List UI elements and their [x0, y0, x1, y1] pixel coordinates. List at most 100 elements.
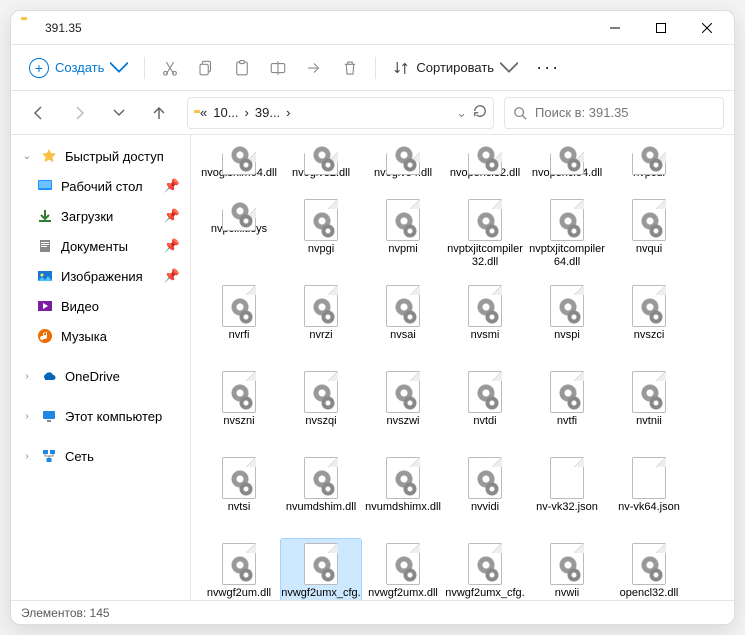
file-item[interactable]: nvwii	[527, 539, 607, 600]
dropdown-icon[interactable]: ⌄	[456, 105, 467, 121]
file-name: nvwgf2umx_cfg.dll	[281, 587, 361, 600]
file-icon	[218, 371, 260, 413]
folder-icon	[21, 20, 37, 36]
paste-button[interactable]	[225, 51, 259, 85]
file-icon	[300, 199, 342, 241]
refresh-button[interactable]	[473, 104, 487, 121]
search-icon	[513, 106, 527, 120]
file-icon	[300, 543, 342, 585]
maximize-button[interactable]	[638, 12, 684, 44]
file-item[interactable]: nvpgi	[281, 195, 361, 279]
sidebar-item-video[interactable]: Видео	[15, 291, 186, 321]
file-item[interactable]: nvopencl32.dll	[445, 139, 525, 193]
file-item[interactable]: nv-vk64.json	[609, 453, 689, 537]
file-icon	[464, 285, 506, 327]
desktop-icon	[37, 178, 53, 194]
pin-icon: 📌	[164, 178, 180, 194]
file-item[interactable]: nvtsi	[199, 453, 279, 537]
file-item[interactable]: opencl32.dll	[609, 539, 689, 600]
more-button[interactable]: ···	[528, 51, 568, 85]
file-icon	[546, 457, 588, 499]
file-item[interactable]: nvrfi	[199, 281, 279, 365]
share-button[interactable]	[297, 51, 331, 85]
breadcrumb-seg[interactable]: 10...	[213, 105, 238, 120]
file-item[interactable]: nvwgf2umx.dll	[363, 539, 443, 600]
status-bar: Элементов: 145	[11, 600, 734, 624]
file-item[interactable]: nvopenclo4.dll	[527, 139, 607, 193]
file-item[interactable]: nvszwi	[363, 367, 443, 451]
file-item[interactable]: nvpcdi	[609, 139, 689, 193]
forward-button[interactable]	[61, 97, 97, 129]
sidebar-item-network[interactable]: › Сеть	[15, 441, 186, 471]
file-name: nvrzi	[309, 329, 332, 342]
sidebar-item-this-pc[interactable]: › Этот компьютер	[15, 401, 186, 431]
minimize-button[interactable]	[592, 12, 638, 44]
file-item[interactable]: nvtfi	[527, 367, 607, 451]
file-item[interactable]: nvptxjitcompiler32.dll	[445, 195, 525, 279]
up-button[interactable]	[141, 97, 177, 129]
file-name: nvpmi	[388, 243, 417, 256]
file-item[interactable]: nvrzi	[281, 281, 361, 365]
delete-button[interactable]	[333, 51, 367, 85]
search-box[interactable]	[504, 97, 724, 129]
navigation-pane[interactable]: ⌄ Быстрый доступ Рабочий стол 📌 Загрузки…	[11, 135, 191, 600]
file-item[interactable]: nvwgf2um.dll	[199, 539, 279, 600]
file-item[interactable]: nvtdi	[445, 367, 525, 451]
sidebar-item-desktop[interactable]: Рабочий стол 📌	[15, 171, 186, 201]
file-item[interactable]: nvptxjitcompiler64.dll	[527, 195, 607, 279]
file-name: nvrfi	[229, 329, 250, 342]
close-button[interactable]	[684, 12, 730, 44]
sidebar-label: Рабочий стол	[61, 179, 143, 194]
sidebar-item-pictures[interactable]: Изображения 📌	[15, 261, 186, 291]
file-item[interactable]: nvumdshimx.dll	[363, 453, 443, 537]
back-button[interactable]	[21, 97, 57, 129]
file-item[interactable]: nvpmi	[363, 195, 443, 279]
files-pane[interactable]: nvogisnim64.dll nvogiv32.dll nvogivo4.dl…	[191, 135, 734, 600]
cut-button[interactable]	[153, 51, 187, 85]
body: ⌄ Быстрый доступ Рабочий стол 📌 Загрузки…	[11, 135, 734, 600]
file-item[interactable]: nvspi	[527, 281, 607, 365]
file-icon	[382, 457, 424, 499]
file-item[interactable]: nvszci	[609, 281, 689, 365]
sidebar-label: OneDrive	[65, 369, 120, 384]
sort-button[interactable]: Сортировать	[384, 51, 526, 85]
sidebar-label: Музыка	[61, 329, 107, 344]
file-item[interactable]: nvogivo4.dll	[363, 139, 443, 193]
file-icon	[464, 543, 506, 585]
chevron-down-icon	[500, 59, 518, 77]
nav-buttons	[21, 97, 177, 129]
sidebar-label: Изображения	[61, 269, 143, 284]
file-item[interactable]: nv-vk32.json	[527, 453, 607, 537]
file-item[interactable]: nvvidi	[445, 453, 525, 537]
file-item[interactable]: nvwgf2umx_cfg.dll	[445, 539, 525, 600]
file-item[interactable]: nvwgf2umx_cfg.dll	[281, 539, 361, 600]
sidebar-item-downloads[interactable]: Загрузки 📌	[15, 201, 186, 231]
search-input[interactable]	[533, 104, 715, 121]
file-item[interactable]: nvsai	[363, 281, 443, 365]
breadcrumb-seg[interactable]: 39...	[255, 105, 280, 120]
sidebar-item-music[interactable]: Музыка	[15, 321, 186, 351]
new-button[interactable]: + Создать	[21, 51, 136, 85]
sidebar-item-documents[interactable]: Документы 📌	[15, 231, 186, 261]
file-icon	[464, 143, 506, 165]
file-item[interactable]: nvogisnim64.dll	[199, 139, 279, 193]
file-item[interactable]: nvtnii	[609, 367, 689, 451]
onedrive-icon	[41, 368, 57, 384]
file-icon	[382, 371, 424, 413]
recent-button[interactable]	[101, 97, 137, 129]
file-item[interactable]: nvumdshim.dll	[281, 453, 361, 537]
file-item[interactable]: nvsmi	[445, 281, 525, 365]
copy-button[interactable]	[189, 51, 223, 85]
file-item[interactable]: nvqui	[609, 195, 689, 279]
file-item[interactable]: nvogiv32.dll	[281, 139, 361, 193]
file-item[interactable]: nvszni	[199, 367, 279, 451]
quick-access[interactable]: ⌄ Быстрый доступ	[15, 141, 186, 171]
file-item[interactable]: nvpcifilt.sys	[199, 195, 279, 249]
rename-button[interactable]	[261, 51, 295, 85]
file-icon	[218, 143, 260, 165]
file-item[interactable]: nvszqi	[281, 367, 361, 451]
breadcrumb[interactable]: « 10... › 39... › ⌄	[187, 97, 494, 129]
sidebar-item-onedrive[interactable]: › OneDrive	[15, 361, 186, 391]
window-title: 391.35	[45, 21, 82, 35]
file-name: nvspi	[554, 329, 580, 342]
